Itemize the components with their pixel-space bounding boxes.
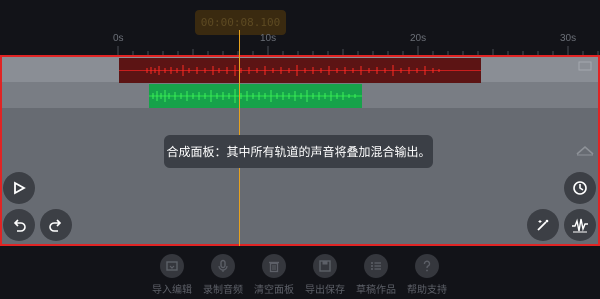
- chevron-up-icon[interactable]: [575, 143, 595, 157]
- list-icon: [371, 262, 381, 270]
- undo-icon: [13, 219, 26, 232]
- export-save-label: 导出保存: [305, 285, 345, 296]
- clear-panel-button[interactable]: 清空面板: [249, 254, 299, 298]
- import-edit-button[interactable]: 导入编辑: [147, 254, 197, 298]
- redo-icon: [49, 219, 62, 232]
- mic-icon: [218, 259, 228, 272]
- waveform-button[interactable]: [564, 209, 596, 241]
- trash-icon: [269, 261, 279, 273]
- magic-wand-icon: [537, 219, 549, 231]
- undo-button[interactable]: [3, 209, 35, 241]
- help-button[interactable]: 帮助支持: [402, 254, 452, 298]
- track-menu-icon[interactable]: [578, 61, 592, 71]
- import-edit-label: 导入编辑: [152, 285, 192, 296]
- redo-button[interactable]: [40, 209, 72, 241]
- hint-tooltip: 合成面板：其中所有轨道的声音将叠加混合输出。: [164, 135, 433, 168]
- audio-clip-red[interactable]: [119, 58, 481, 83]
- timer-button[interactable]: [564, 172, 596, 204]
- ruler-label-30: 30s: [560, 33, 577, 44]
- play-icon: [14, 181, 26, 195]
- clear-panel-label: 清空面板: [254, 285, 294, 296]
- timeline-ruler[interactable]: 0s 10s 20s 30s: [0, 32, 600, 55]
- drafts-button[interactable]: 草稿作品: [351, 254, 401, 298]
- drafts-label: 草稿作品: [356, 285, 396, 296]
- audio-clip-green[interactable]: [149, 84, 362, 108]
- waveform-green: [149, 89, 362, 103]
- help-label: 帮助支持: [407, 285, 447, 296]
- export-save-button[interactable]: 导出保存: [300, 254, 350, 298]
- play-button[interactable]: [3, 172, 35, 204]
- ruler-ticks: [117, 46, 599, 55]
- record-audio-button[interactable]: 录制音频: [198, 254, 248, 298]
- hint-text: 合成面板：其中所有轨道的声音将叠加混合输出。: [166, 145, 431, 159]
- track-row-3[interactable]: [2, 108, 598, 244]
- ruler-label-0: 0s: [113, 33, 124, 44]
- ruler-label-10: 10s: [260, 33, 277, 44]
- bottom-toolbar: 导入编辑 录制音频 清空面板 导出保存 草稿作品 帮助支持: [0, 248, 600, 299]
- save-icon: [319, 260, 331, 272]
- ruler-label-20: 20s: [410, 33, 427, 44]
- waveform-icon: [572, 218, 588, 233]
- timer-icon: [573, 181, 587, 195]
- waveform-red: [119, 65, 481, 76]
- magic-button[interactable]: [527, 209, 559, 241]
- import-icon: [166, 261, 178, 271]
- time-value: 00:00:08.100: [200, 16, 281, 29]
- help-icon: [423, 260, 431, 272]
- record-audio-label: 录制音频: [203, 285, 243, 296]
